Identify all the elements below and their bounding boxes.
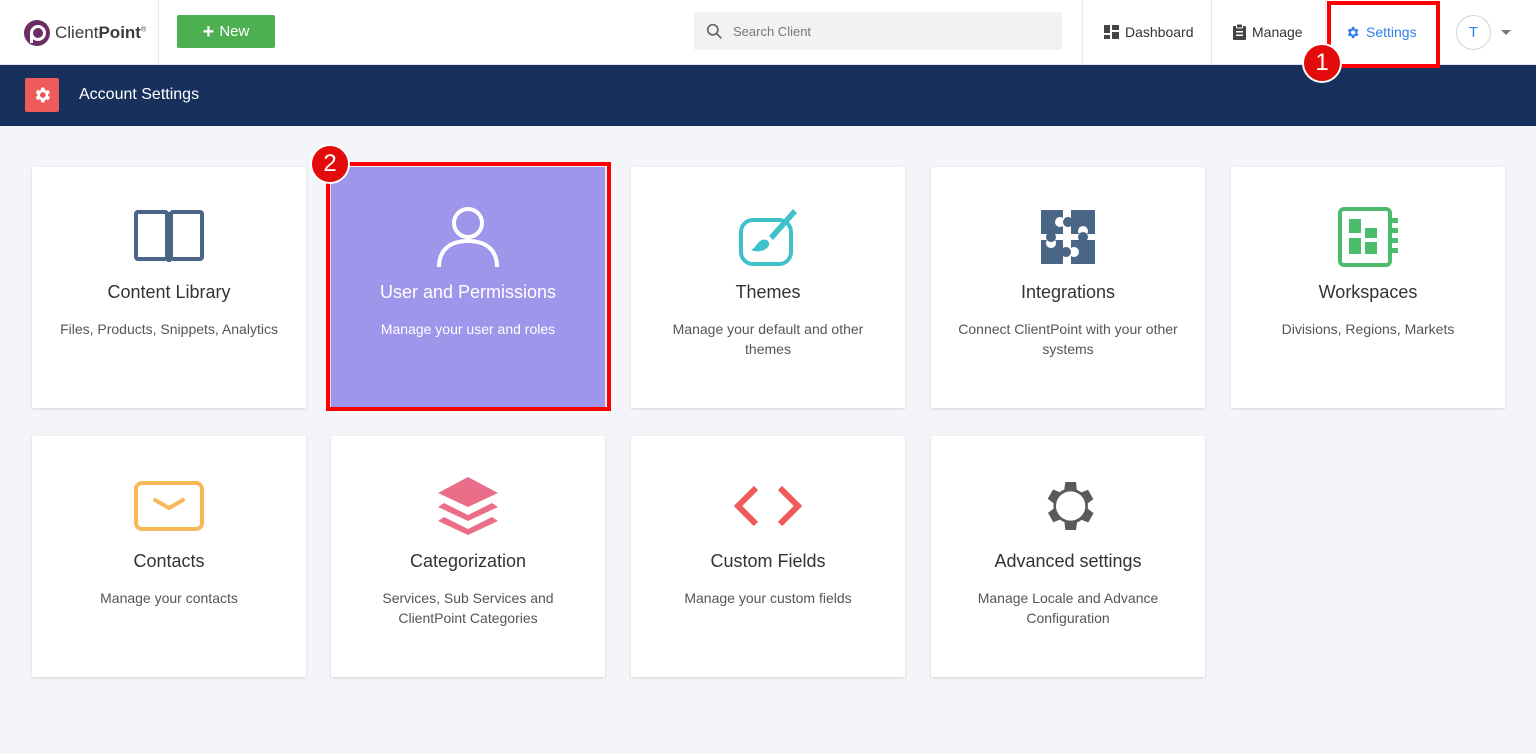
- layers-icon: [438, 477, 498, 535]
- palette-icon: [739, 209, 797, 266]
- dashboard-icon: [1104, 25, 1119, 39]
- workspace-icon: [1338, 207, 1398, 267]
- nav-manage-label: Manage: [1252, 24, 1303, 40]
- card-advanced-settings[interactable]: Advanced settings Manage Locale and Adva…: [931, 436, 1205, 677]
- card-title: Content Library: [107, 282, 231, 302]
- page-title: Account Settings: [79, 86, 200, 103]
- card-content-library[interactable]: Content Library Files, Products, Snippet…: [32, 167, 306, 408]
- nav-dashboard-label: Dashboard: [1125, 24, 1194, 40]
- card-title: Contacts: [133, 551, 205, 571]
- card-title: Workspaces: [1318, 282, 1418, 302]
- cog-icon: [1047, 482, 1094, 530]
- book-icon: [134, 210, 204, 262]
- card-themes[interactable]: Themes Manage your default and other the…: [631, 167, 905, 408]
- new-button[interactable]: + New: [177, 15, 275, 48]
- card-description: Files, Products, Snippets, Analytics: [60, 321, 278, 337]
- card-description: Manage your default and other themes: [672, 321, 864, 357]
- card-description: Divisions, Regions, Markets: [1281, 321, 1455, 337]
- annotation-highlight-user-permissions: [326, 162, 611, 411]
- logo-text: ClientPoint®: [55, 23, 147, 42]
- nav-manage[interactable]: Manage: [1233, 0, 1303, 64]
- user-avatar[interactable]: T: [1456, 15, 1491, 50]
- envelope-icon: [134, 481, 204, 531]
- search-icon: [706, 23, 722, 39]
- code-icon: [733, 485, 803, 527]
- card-contacts[interactable]: Contacts Manage your contacts: [32, 436, 306, 677]
- nav-dashboard[interactable]: Dashboard: [1104, 0, 1194, 64]
- divider: [1211, 0, 1212, 64]
- annotation-highlight-settings: [1327, 1, 1440, 68]
- new-button-label: New: [219, 23, 250, 40]
- search-bar[interactable]: [694, 12, 1062, 50]
- clipboard-icon: [1233, 24, 1246, 40]
- annotation-step-2: 2: [310, 144, 350, 184]
- chevron-down-icon[interactable]: [1501, 30, 1511, 35]
- card-title: Advanced settings: [994, 551, 1142, 571]
- card-integrations[interactable]: Integrations Connect ClientPoint with yo…: [931, 167, 1205, 408]
- search-input[interactable]: [733, 23, 1033, 39]
- card-workspaces[interactable]: Workspaces Divisions, Regions, Markets: [1231, 167, 1505, 408]
- card-title: Custom Fields: [710, 551, 826, 571]
- card-title: Themes: [735, 282, 801, 302]
- gear-icon: [25, 78, 59, 112]
- divider: [1082, 0, 1083, 64]
- card-categorization[interactable]: Categorization Services, Sub Services an…: [331, 436, 605, 677]
- card-title: Categorization: [409, 551, 527, 571]
- divider: [158, 0, 159, 64]
- card-description: Connect ClientPoint with your other syst…: [958, 321, 1178, 357]
- card-description: Manage Locale and Advance Configuration: [977, 590, 1159, 626]
- card-title: Integrations: [1020, 282, 1116, 302]
- card-description: Manage your contacts: [100, 590, 238, 606]
- clientpoint-logo[interactable]: ClientPoint®: [24, 18, 146, 48]
- card-description: Services, Sub Services and ClientPoint C…: [382, 590, 554, 626]
- plus-icon: +: [202, 20, 215, 43]
- card-description: Manage your custom fields: [684, 590, 852, 606]
- clientpoint-logo-icon: [24, 20, 50, 46]
- annotation-step-1: 1: [1302, 43, 1342, 83]
- card-custom-fields[interactable]: Custom Fields Manage your custom fields: [631, 436, 905, 677]
- puzzle-icon: [1041, 210, 1095, 264]
